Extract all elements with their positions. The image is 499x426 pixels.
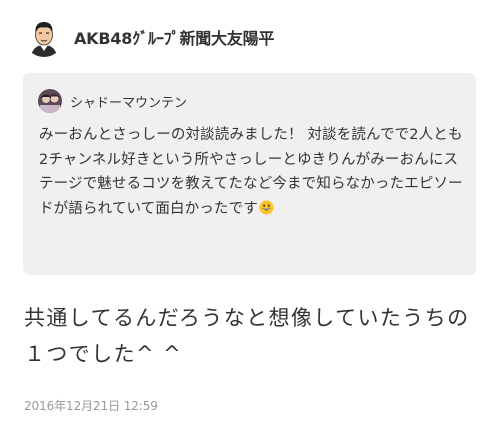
user-photo-icon — [38, 89, 62, 113]
quoted-post-text: みーおんとさっしーの対談読みました！ 対談を読んでで2人とも2チャンネル好きとい… — [39, 123, 463, 221]
post-header: AKB48ｸﾞﾙｰﾌﾟ新聞大友陽平 — [24, 14, 274, 60]
author-avatar[interactable] — [24, 17, 64, 57]
post-body: 共通してるんだろうなと想像していたうちの１つでした^ ^ — [24, 306, 470, 366]
quoted-author-name[interactable]: シャドーマウンテン — [70, 92, 187, 111]
author-name[interactable]: AKB48ｸﾞﾙｰﾌﾟ新聞大友陽平 — [74, 25, 274, 49]
grinning-face-emoji-icon — [259, 199, 274, 215]
author-face-icon — [24, 17, 64, 57]
quoted-post-header: シャドーマウンテン — [38, 89, 187, 113]
post-timestamp[interactable]: 2016年12月21日 12:59 — [24, 397, 158, 414]
quoted-post-body: みーおんとさっしーの対談読みました！ 対談を読んでで2人とも2チャンネル好きとい… — [39, 127, 463, 217]
quoted-post-card[interactable]: シャドーマウンテン みーおんとさっしーの対談読みました！ 対談を読んでで2人とも… — [23, 73, 476, 275]
quoted-author-avatar[interactable] — [38, 89, 62, 113]
